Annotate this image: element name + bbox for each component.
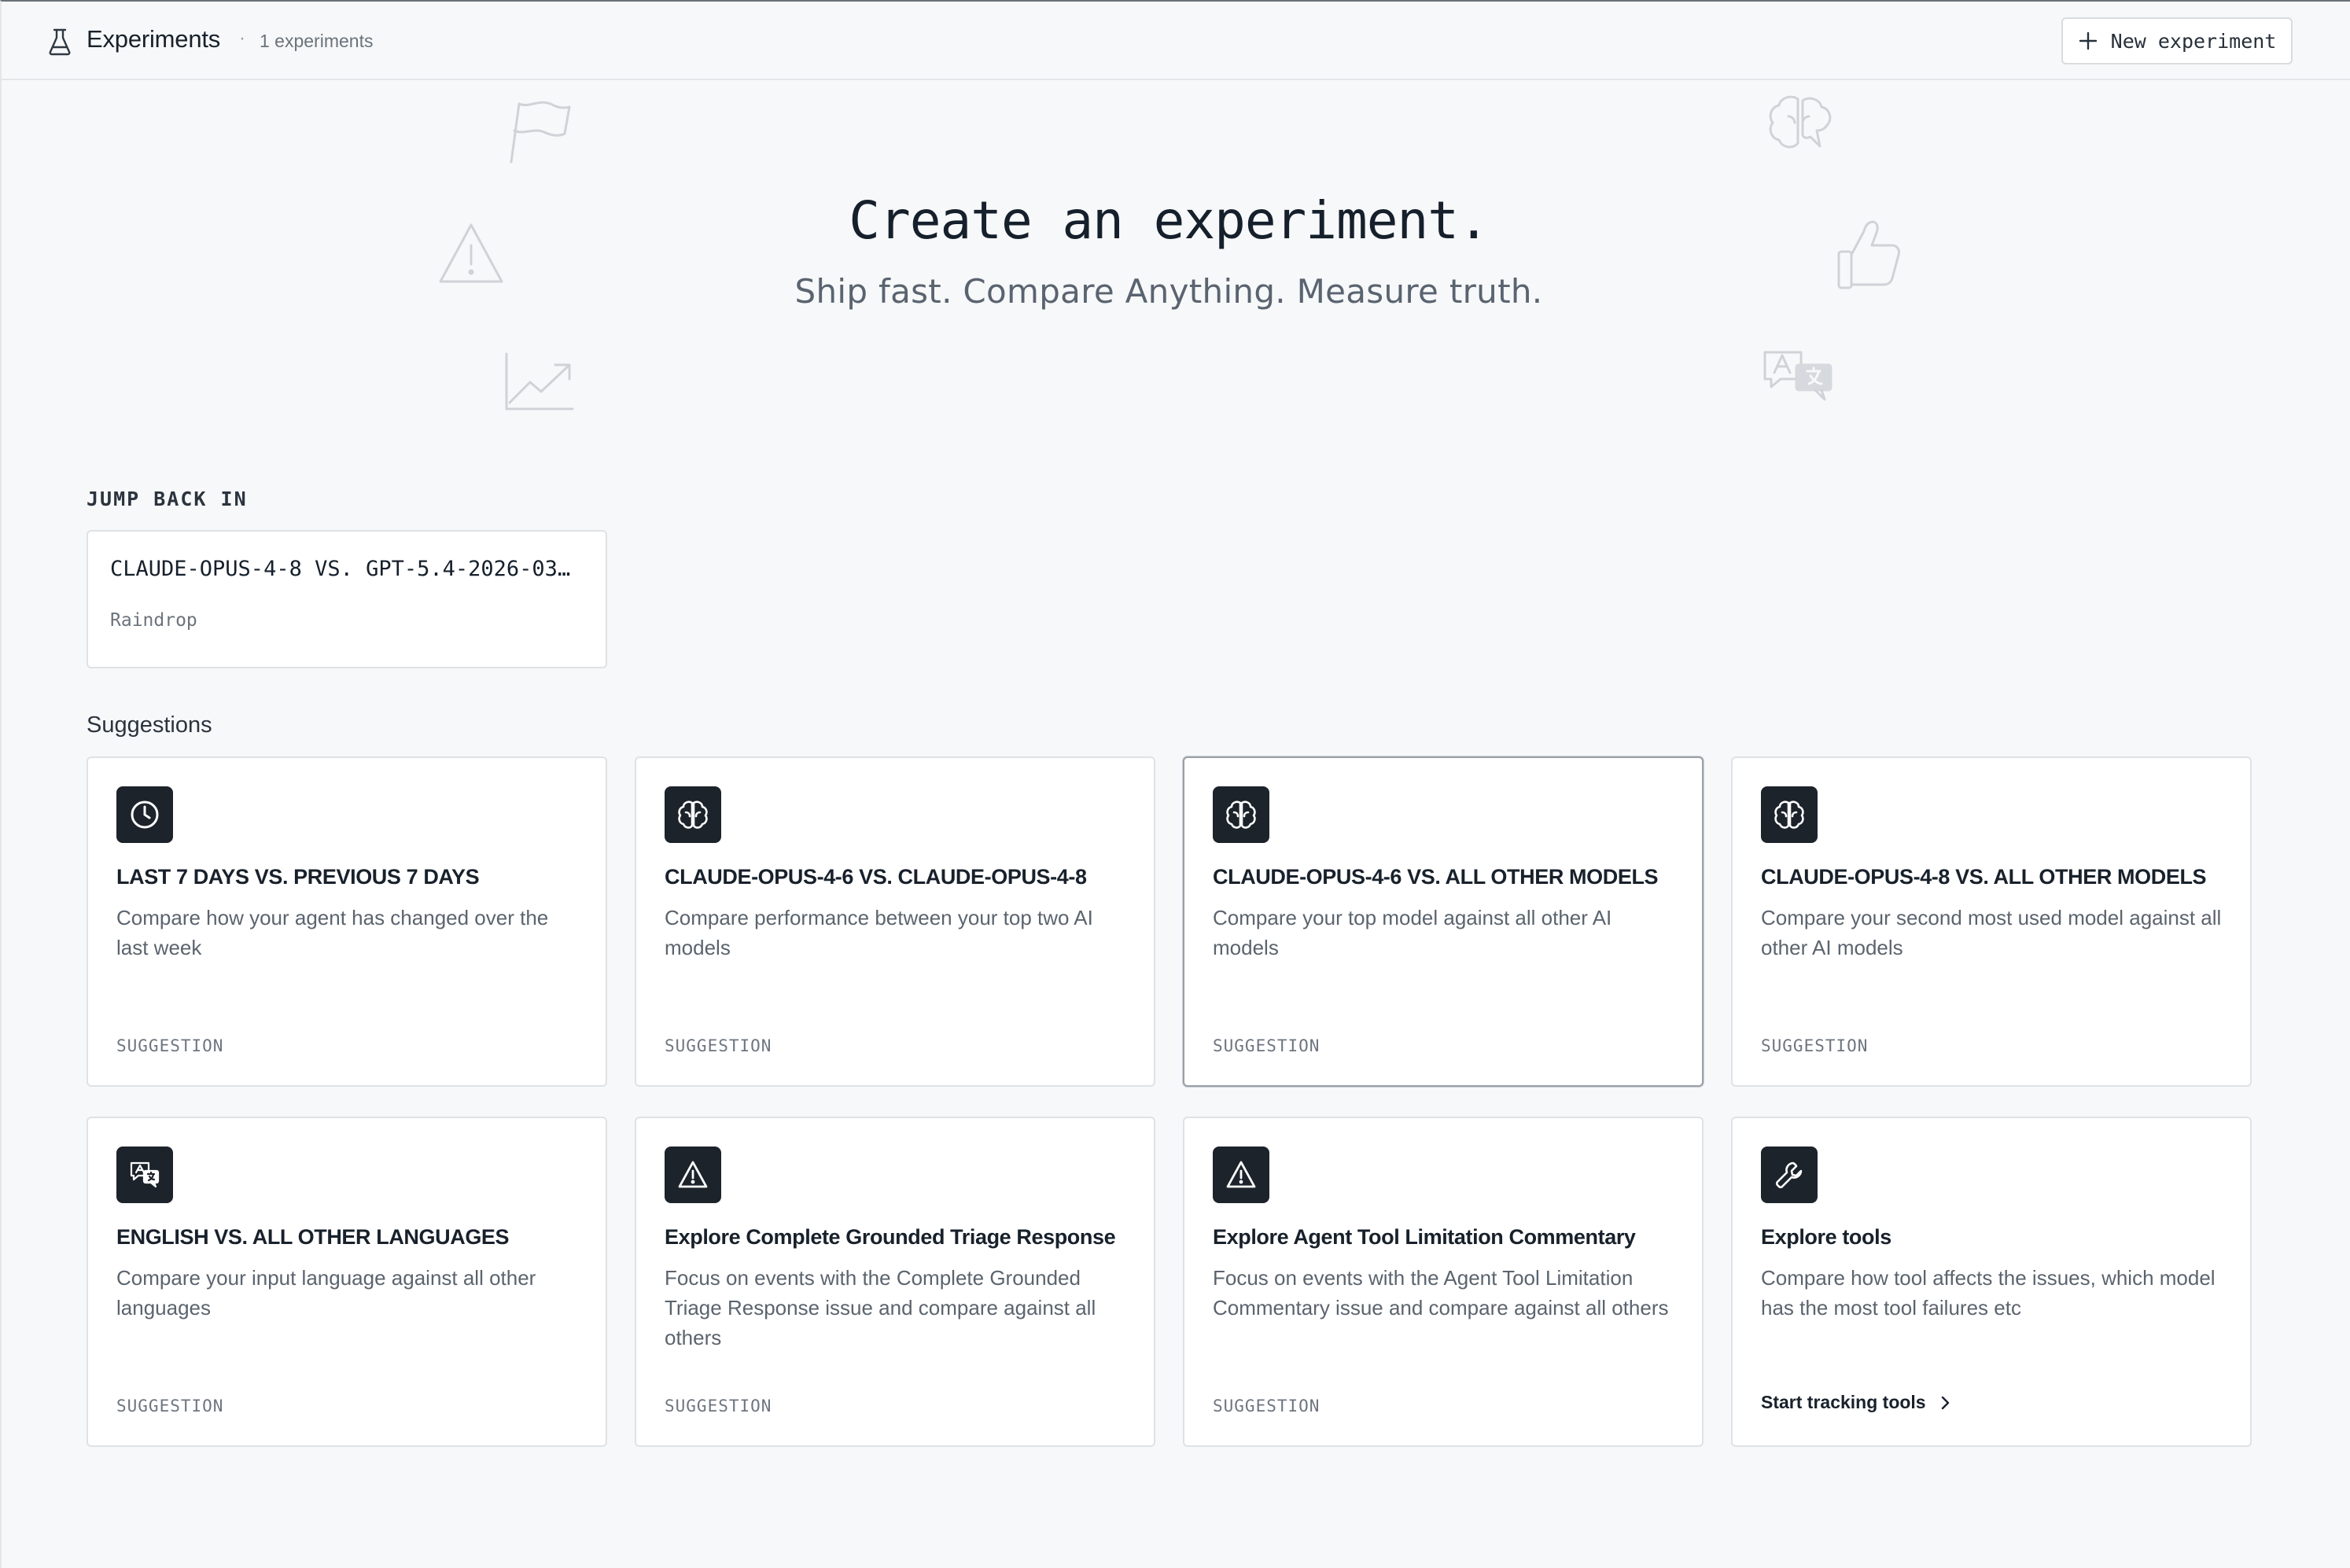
suggestion-card[interactable]: CLAUDE-OPUS-4-6 VS. ALL OTHER MODELS Com…	[1183, 756, 1704, 1087]
suggestion-card[interactable]: CLAUDE-OPUS-4-6 VS. CLAUDE-OPUS-4-8 Comp…	[635, 756, 1155, 1087]
wrench-icon	[1761, 1147, 1818, 1203]
suggestion-description: Compare your second most used model agai…	[1761, 906, 2222, 959]
suggestion-description: Focus on events with the Agent Tool Limi…	[1213, 1266, 1669, 1320]
page-title: Experiments	[87, 25, 221, 53]
suggestion-card[interactable]: Explore Agent Tool Limitation Commentary…	[1183, 1117, 1704, 1447]
suggestion-card[interactable]: CLAUDE-OPUS-4-8 VS. ALL OTHER MODELS Com…	[1731, 756, 2252, 1087]
warning-icon	[1213, 1147, 1269, 1203]
recent-experiment-title: CLAUDE-OPUS-4-8 VS. GPT-5.4-2026-03…	[110, 557, 571, 581]
suggestion-title: Explore tools	[1761, 1225, 1891, 1249]
suggestion-description: Compare performance between your top two…	[665, 906, 1093, 959]
suggestion-description: Focus on events with the Complete Ground…	[665, 1266, 1096, 1349]
suggestion-tag: SUGGESTION	[1761, 1036, 1869, 1055]
brain-icon	[1766, 93, 1834, 154]
suggestion-tag: SUGGESTION	[116, 1036, 224, 1055]
suggestion-card[interactable]: LAST 7 DAYS VS. PREVIOUS 7 DAYS Compare …	[87, 756, 607, 1087]
page-header: Experiments · 1 experiments New experime…	[2, 2, 2350, 80]
suggestion-card[interactable]: ENGLISH VS. ALL OTHER LANGUAGES Compare …	[87, 1117, 607, 1447]
suggestion-description: Compare your input language against all …	[116, 1266, 536, 1320]
suggestion-title: LAST 7 DAYS VS. PREVIOUS 7 DAYS	[116, 865, 480, 889]
suggestion-title: Explore Complete Grounded Triage Respons…	[665, 1225, 1116, 1249]
suggestion-card[interactable]: Explore Complete Grounded Triage Respons…	[635, 1117, 1155, 1447]
suggestion-tag: SUGGESTION	[1213, 1397, 1320, 1415]
plus-icon	[2079, 31, 2097, 50]
experiment-count: 1 experiments	[260, 31, 374, 51]
new-experiment-label: New experiment	[2110, 29, 2277, 53]
jump-back-heading: JUMP BACK IN	[87, 488, 248, 510]
suggestion-tag: SUGGESTION	[116, 1397, 224, 1415]
suggestion-title: ENGLISH VS. ALL OTHER LANGUAGES	[116, 1225, 510, 1249]
suggestion-tag: SUGGESTION	[665, 1036, 772, 1055]
recent-experiment-card[interactable]: CLAUDE-OPUS-4-8 VS. GPT-5.4-2026-03… Rai…	[87, 530, 607, 668]
suggestion-description: Compare how your agent has changed over …	[116, 906, 549, 959]
suggestion-description: Compare how tool affects the issues, whi…	[1761, 1266, 2216, 1320]
suggestion-title: CLAUDE-OPUS-4-6 VS. CLAUDE-OPUS-4-8	[665, 865, 1087, 889]
new-experiment-button[interactable]: New experiment	[2061, 17, 2293, 64]
title-separator: ·	[239, 28, 245, 49]
trend-chart-icon	[503, 351, 576, 412]
suggestion-tag: SUGGESTION	[1213, 1036, 1320, 1055]
hero-title: Create an experiment.	[849, 190, 1489, 251]
translate-icon	[116, 1147, 173, 1203]
translate-icon	[1760, 348, 1836, 403]
suggestion-tag: SUGGESTION	[665, 1397, 772, 1415]
flask-icon	[47, 28, 72, 56]
clock-icon	[116, 786, 173, 843]
start-tracking-tools-label: Start tracking tools	[1761, 1392, 1926, 1412]
chevron-right-icon	[1941, 1396, 1949, 1409]
suggestion-description: Compare your top model against all other…	[1213, 906, 1612, 959]
flag-icon	[502, 99, 576, 165]
warning-icon	[665, 1147, 721, 1203]
suggestion-title: CLAUDE-OPUS-4-8 VS. ALL OTHER MODELS	[1761, 865, 2207, 889]
brain-icon	[1213, 786, 1269, 843]
suggestion-card[interactable]: Explore tools Compare how tool affects t…	[1731, 1117, 2252, 1447]
suggestion-title: CLAUDE-OPUS-4-6 VS. ALL OTHER MODELS	[1213, 865, 1659, 889]
suggestions-heading: Suggestions	[87, 712, 212, 738]
app-window: Experiments · 1 experiments New experime…	[0, 0, 2350, 1568]
hero-subtitle: Ship fast. Compare Anything. Measure tru…	[794, 272, 1543, 311]
start-tracking-tools-link[interactable]: Start tracking tools	[1761, 1392, 1953, 1413]
suggestion-title: Explore Agent Tool Limitation Commentary	[1213, 1225, 1636, 1249]
brain-icon	[1761, 786, 1818, 843]
recent-experiment-project: Raindrop	[110, 610, 197, 631]
brain-icon	[665, 786, 721, 843]
